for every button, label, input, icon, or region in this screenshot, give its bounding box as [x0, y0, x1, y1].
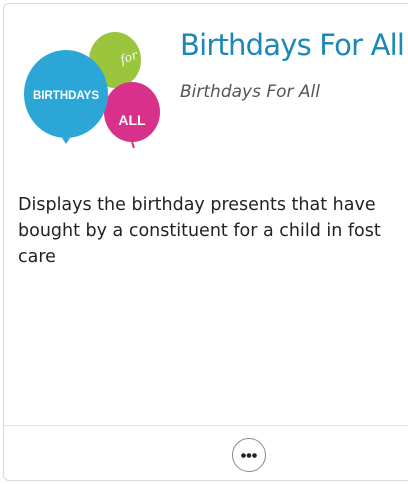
footer-divider [4, 425, 408, 426]
description-line: care [18, 247, 56, 267]
logo-birthdays-text: BIRTHDAYS [33, 90, 99, 102]
description-line: Displays the birthday presents that have [18, 195, 376, 215]
app-title[interactable]: Birthdays For All [180, 28, 405, 62]
blue-balloon: BIRTHDAYS [24, 50, 108, 144]
logo-all-text: ALL [118, 112, 146, 128]
more-horizontal-icon [241, 453, 257, 458]
app-publisher: Birthdays For All [180, 82, 320, 102]
birthdays-for-all-logo: for ALL BIRTHDAYS [24, 32, 160, 148]
app-description: Displays the birthday presents that have… [18, 192, 408, 270]
magenta-balloon: ALL [104, 82, 160, 148]
more-options-button[interactable] [232, 438, 266, 472]
description-line: bought by a constituent for a child in f… [18, 221, 381, 241]
